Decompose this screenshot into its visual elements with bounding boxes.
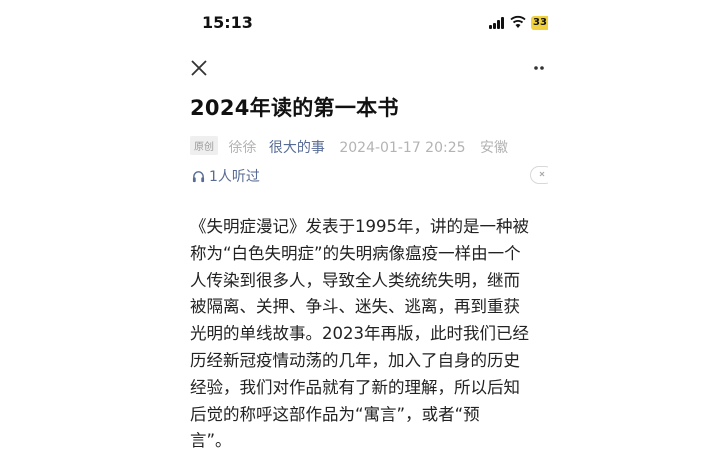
body-line: 被隔离、关押、争斗、迷失、逃离，再到重获 <box>190 297 520 317</box>
signal-icon <box>489 17 507 29</box>
body-line: 言”。 <box>190 431 232 450</box>
listen-count[interactable]: 1人听过 <box>192 166 260 186</box>
close-icon[interactable] <box>188 57 210 79</box>
original-badge: 原创 <box>190 136 218 155</box>
listen-count-label: 1人听过 <box>209 169 260 185</box>
body-line: 人传染到很多人，导致全人类统统失明，继而 <box>190 270 520 290</box>
headphones-icon <box>192 170 205 182</box>
article-body: 《失明症漫记》发表于1995年，讲的是一种被 称为“白色失明症”的失明病像瘟疫一… <box>190 214 548 450</box>
body-line: 称为“白色失明症”的失明病像瘟疫一样由一个 <box>190 243 521 263</box>
publish-location: 安徽 <box>479 140 508 156</box>
article-meta: 原创 徐徐 很大的事 2024-01-17 20:25 安徽 <box>190 136 508 157</box>
body-line: 历经新冠疫情动荡的几年，加入了自身的历史 <box>190 350 520 370</box>
battery-indicator: 33 <box>531 16 548 30</box>
close-icon <box>539 171 545 177</box>
body-line: 经验，我们对作品就有了新的理解，所以后知 <box>190 377 520 397</box>
body-line: 后觉的称呼这部作品为“寓言”，或者“预 <box>190 404 480 424</box>
body-line: 光明的单线故事。2023年再版，此时我们已经 <box>190 324 529 344</box>
publish-datetime: 2024-01-17 20:25 <box>339 140 466 156</box>
article-title: 2024年读的第一本书 <box>190 96 399 120</box>
phone-screen: 15:13 33 2024年读的第一本书 原创 徐徐 很大的事 2024-01-… <box>172 0 548 450</box>
account-link[interactable]: 很大的事 <box>269 140 325 156</box>
status-time: 15:13 <box>202 13 253 32</box>
author-name: 徐徐 <box>228 140 257 156</box>
wifi-icon <box>510 15 526 28</box>
listen-close-button[interactable] <box>530 166 548 184</box>
more-icon[interactable] <box>532 60 548 76</box>
body-line: 《失明症漫记》发表于1995年，讲的是一种被 <box>190 217 529 236</box>
